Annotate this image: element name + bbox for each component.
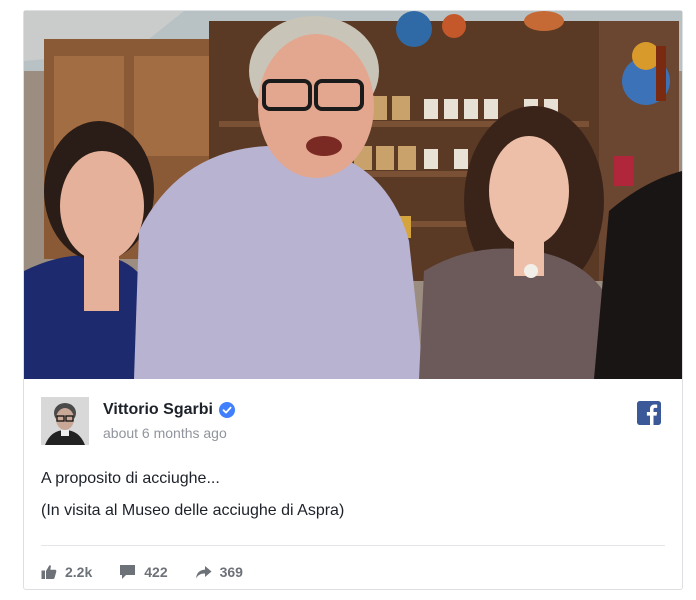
post-footer: Vittorio Sgarbi about 6 months ago A pro… <box>24 379 682 589</box>
embedded-post-card: Vittorio Sgarbi about 6 months ago A pro… <box>23 10 683 590</box>
share-arrow-icon <box>195 566 212 579</box>
facebook-icon[interactable] <box>637 401 661 425</box>
post-text-line-1: A proposito di acciughe... <box>41 470 220 487</box>
comment-icon <box>120 565 136 579</box>
comment-count: 422 <box>144 564 168 580</box>
like-count: 2.2k <box>65 564 93 580</box>
engagement-stats: 2.2k 422 369 <box>41 564 270 580</box>
avatar-photo <box>41 397 89 445</box>
thumbs-up-icon <box>41 565 57 579</box>
video-thumbnail[interactable] <box>24 11 682 379</box>
like-stat[interactable]: 2.2k <box>41 564 92 580</box>
author-name[interactable]: Vittorio Sgarbi <box>103 401 213 419</box>
post-timestamp[interactable]: about 6 months ago <box>103 425 227 441</box>
author-avatar[interactable] <box>41 397 89 445</box>
share-count: 369 <box>219 564 243 580</box>
share-stat[interactable]: 369 <box>195 564 243 580</box>
video-frame-image <box>24 11 682 379</box>
post-text-line-2: (In visita al Museo delle acciughe di As… <box>41 502 345 519</box>
comment-stat[interactable]: 422 <box>119 564 168 580</box>
stats-divider <box>41 545 665 546</box>
author-name-row: Vittorio Sgarbi <box>103 401 235 419</box>
verified-badge-icon <box>218 402 235 418</box>
